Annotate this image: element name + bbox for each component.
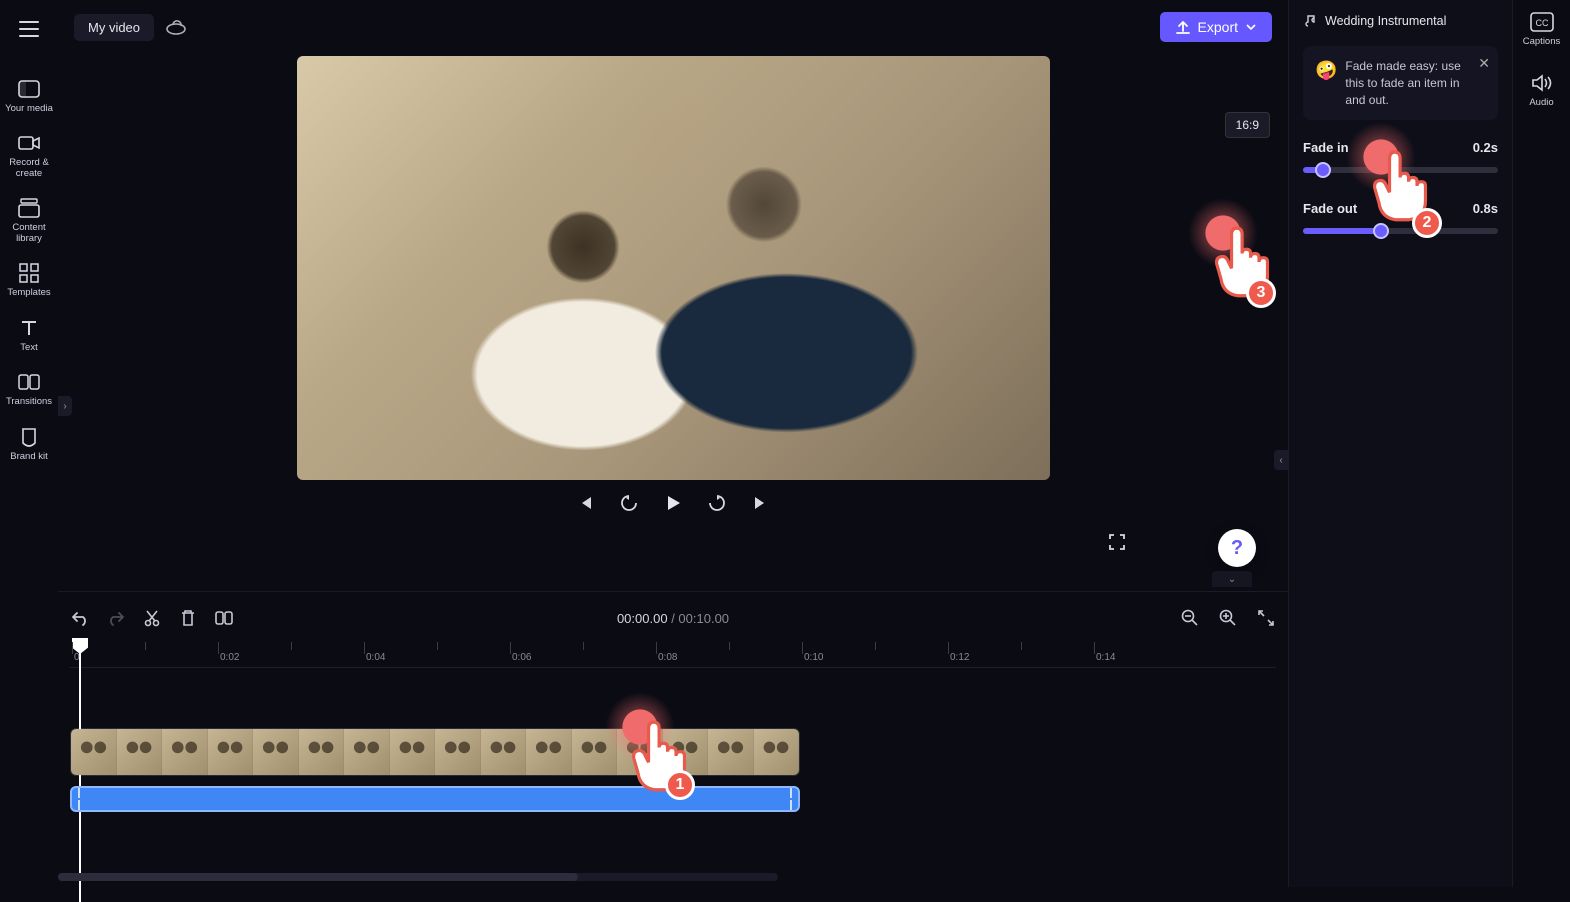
top-bar: My video Export xyxy=(58,0,1288,54)
aspect-ratio-selector[interactable]: 16:9 xyxy=(1225,112,1270,138)
tick-label: 0:02 xyxy=(220,652,239,663)
right-sidebar: CC Captions Audio xyxy=(1512,0,1570,887)
properties-panel: Wedding Instrumental 🤪 Fade made easy: u… xyxy=(1288,0,1512,887)
export-label: Export xyxy=(1198,19,1238,35)
sidebar-item-label: Brand kit xyxy=(10,452,48,462)
rewind-button[interactable] xyxy=(618,492,640,514)
export-button[interactable]: Export xyxy=(1160,12,1272,42)
tick-label: 0:14 xyxy=(1096,652,1115,663)
tip-card: 🤪 Fade made easy: use this to fade an it… xyxy=(1303,46,1498,120)
total-time: 00:10.00 xyxy=(678,611,729,626)
record-icon xyxy=(18,132,40,154)
speaker-icon xyxy=(1531,73,1553,93)
cloud-sync-icon[interactable] xyxy=(164,15,188,39)
tick-label: 0:06 xyxy=(512,652,531,663)
hamburger-menu[interactable] xyxy=(10,10,48,48)
left-sidebar: Your media Record & create Content libra… xyxy=(0,0,58,887)
sidebar-item-record-create[interactable]: Record & create xyxy=(1,132,57,179)
tip-emoji-icon: 🤪 xyxy=(1315,58,1337,108)
sidebar-item-captions[interactable]: CC Captions xyxy=(1514,12,1570,47)
timeline-timecode: 00:00.00 / 00:10.00 xyxy=(58,611,1288,626)
tick-label: 0:12 xyxy=(950,652,969,663)
fade-in-slider[interactable] xyxy=(1303,167,1498,173)
timeline-panel: 00:00.00 / 00:10.00 0 0:02 0:04 xyxy=(58,591,1288,887)
sidebar-item-label: Templates xyxy=(7,288,50,298)
tip-close-button[interactable]: ✕ xyxy=(1478,54,1490,74)
media-icon xyxy=(18,78,40,100)
preview-canvas[interactable] xyxy=(297,56,1050,480)
fade-out-value: 0.8s xyxy=(1473,201,1498,216)
play-button[interactable] xyxy=(662,492,684,514)
fade-in-label: Fade in xyxy=(1303,140,1349,155)
sidebar-item-label: Captions xyxy=(1523,36,1561,47)
transitions-icon xyxy=(18,371,40,393)
fade-out-label: Fade out xyxy=(1303,201,1357,216)
help-button[interactable]: ? xyxy=(1218,529,1256,567)
skip-end-button[interactable] xyxy=(750,492,772,514)
tick-label: 0 xyxy=(74,652,80,663)
sidebar-item-label: Text xyxy=(20,343,37,353)
upload-icon xyxy=(1176,20,1190,34)
tick-label: 0:08 xyxy=(658,652,677,663)
clip-trim-left-handle[interactable] xyxy=(76,788,82,810)
selected-audio-name: Wedding Instrumental xyxy=(1325,14,1446,28)
cc-icon: CC xyxy=(1530,12,1554,32)
sidebar-item-brand-kit[interactable]: Brand kit xyxy=(1,426,57,462)
brandkit-icon xyxy=(18,426,40,448)
tick-label: 0:04 xyxy=(366,652,385,663)
preview-collapse-toggle[interactable]: ⌄ xyxy=(1212,571,1252,587)
playhead-line xyxy=(79,652,81,902)
fade-in-value: 0.2s xyxy=(1473,140,1498,155)
fade-in-slider-thumb[interactable] xyxy=(1315,162,1331,178)
sidebar-item-transitions[interactable]: Transitions xyxy=(1,371,57,407)
sidebar-item-label: Transitions xyxy=(6,397,52,407)
fullscreen-button[interactable] xyxy=(1108,533,1128,553)
project-title[interactable]: My video xyxy=(74,14,154,41)
fade-out-slider-thumb[interactable] xyxy=(1373,223,1389,239)
sidebar-item-label: Audio xyxy=(1529,97,1553,108)
zoom-in-button[interactable] xyxy=(1218,608,1238,628)
sidebar-item-text[interactable]: Text xyxy=(1,317,57,353)
timeline-scrollbar-thumb[interactable] xyxy=(58,873,578,881)
sidebar-item-label: Content library xyxy=(1,223,57,244)
sidebar-item-templates[interactable]: Templates xyxy=(1,262,57,298)
svg-text:CC: CC xyxy=(1535,18,1548,28)
sidebar-item-your-media[interactable]: Your media xyxy=(1,78,57,114)
tip-text: Fade made easy: use this to fade an item… xyxy=(1345,58,1470,108)
sidebar-item-label: Record & create xyxy=(1,158,57,179)
video-clip[interactable] xyxy=(70,728,800,776)
forward-button[interactable] xyxy=(706,492,728,514)
timeline-ruler[interactable]: 0 0:02 0:04 0:06 0:08 0:10 0:12 0:14 xyxy=(70,642,1276,668)
zoom-fit-button[interactable] xyxy=(1256,608,1276,628)
current-time: 00:00.00 xyxy=(617,611,668,626)
zoom-out-button[interactable] xyxy=(1180,608,1200,628)
templates-icon xyxy=(18,262,40,284)
timeline-scrollbar[interactable] xyxy=(58,873,778,881)
text-icon xyxy=(18,317,40,339)
fade-out-slider[interactable] xyxy=(1303,228,1498,234)
library-icon xyxy=(18,197,40,219)
sidebar-item-audio[interactable]: Audio xyxy=(1514,73,1570,108)
chevron-down-icon xyxy=(1246,23,1256,31)
music-note-icon xyxy=(1303,14,1317,28)
player-controls xyxy=(574,492,772,514)
right-panel-collapse-toggle[interactable]: ‹ xyxy=(1274,450,1288,470)
skip-start-button[interactable] xyxy=(574,492,596,514)
audio-clip[interactable] xyxy=(70,786,800,812)
sidebar-item-label: Your media xyxy=(5,104,53,114)
tick-label: 0:10 xyxy=(804,652,823,663)
clip-trim-right-handle[interactable] xyxy=(788,788,794,810)
sidebar-item-content-library[interactable]: Content library xyxy=(1,197,57,244)
